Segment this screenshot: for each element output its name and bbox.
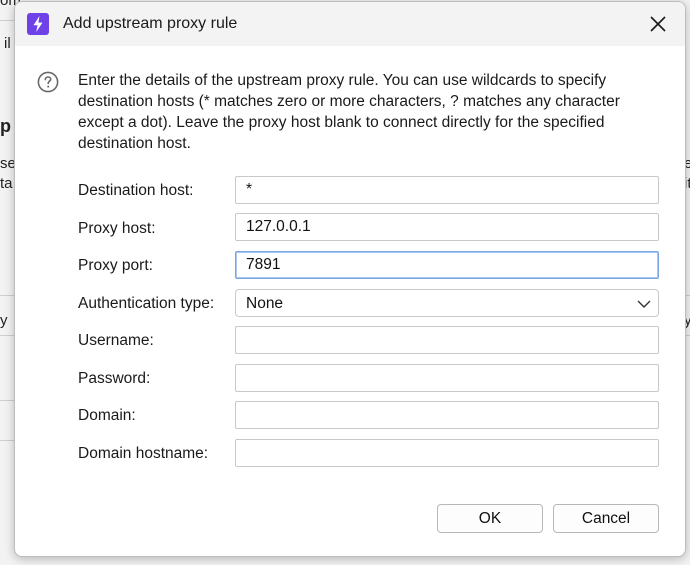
username-input[interactable] [235,326,659,354]
chevron-down-icon [637,300,651,308]
ok-button[interactable]: OK [437,504,543,533]
password-input[interactable] [235,364,659,392]
background-text: ta [0,175,13,192]
domain-label: Domain: [78,407,136,424]
proxy-port-label: Proxy port: [78,257,153,274]
domain-input[interactable] [235,401,659,429]
dialog-title: Add upstream proxy rule [63,15,238,32]
dialog-description: Enter the details of the upstream proxy … [78,72,620,152]
background-divider [0,20,14,21]
cancel-button[interactable]: Cancel [553,504,659,533]
dialog-titlebar: Add upstream proxy rule [15,2,685,46]
domain-hostname-label: Domain hostname: [78,445,209,462]
question-circle-icon [37,71,59,93]
lightning-bolt-icon [27,13,49,35]
destination-host-label: Destination host: [78,182,194,199]
background-text: y [0,312,8,329]
proxy-port-input[interactable] [235,251,659,279]
add-upstream-proxy-rule-dialog: Add upstream proxy rule Enter the detail… [14,1,686,557]
authentication-type-select[interactable]: None [235,289,659,317]
background-divider [0,440,14,441]
destination-host-input[interactable] [235,176,659,204]
background-divider [0,295,14,296]
password-label: Password: [78,370,151,387]
proxy-host-input[interactable] [235,213,659,241]
domain-hostname-input[interactable] [235,439,659,467]
authentication-type-label: Authentication type: [78,295,215,312]
background-text: il [4,35,11,52]
background-divider [0,400,14,401]
proxy-host-label: Proxy host: [78,220,156,237]
background-text: p [0,116,11,136]
close-icon [650,16,666,32]
close-button[interactable] [645,11,671,37]
background-divider [0,335,14,336]
username-label: Username: [78,332,154,349]
authentication-type-value: None [246,295,284,312]
